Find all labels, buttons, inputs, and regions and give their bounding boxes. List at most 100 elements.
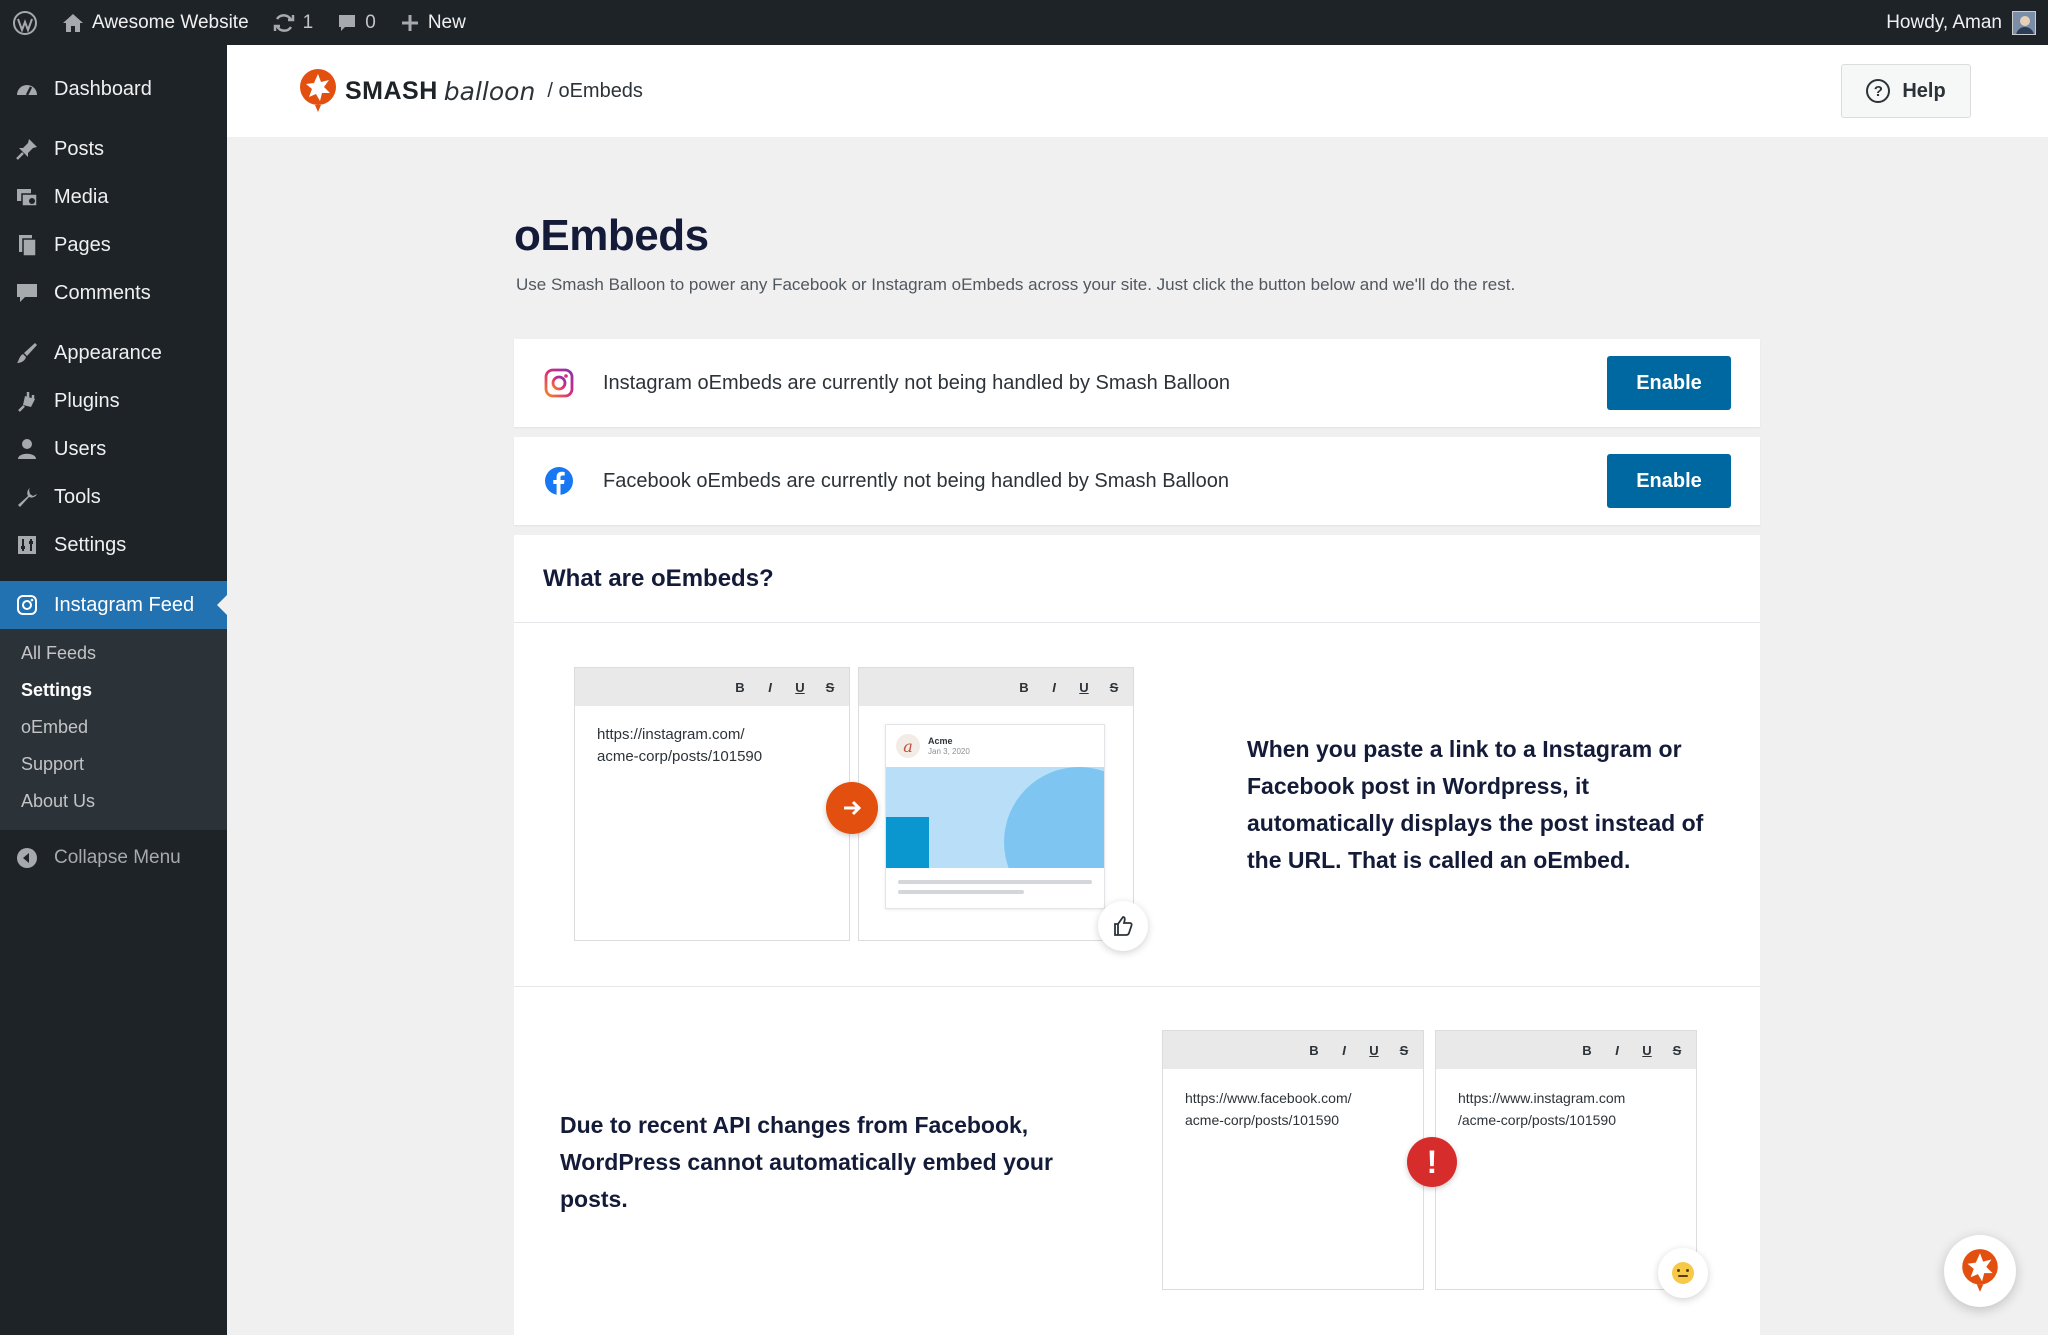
sidebar-item-label: Plugins bbox=[54, 389, 120, 412]
account-menu[interactable]: Howdy, Aman bbox=[1886, 10, 2048, 35]
media-icon bbox=[14, 184, 40, 210]
submenu-all-feeds[interactable]: All Feeds bbox=[0, 635, 227, 672]
post-date: Jan 3, 2020 bbox=[928, 746, 970, 756]
submenu-about-us[interactable]: About Us bbox=[0, 783, 227, 820]
breadcrumb: / oEmbeds bbox=[547, 79, 643, 102]
sidebar-item-users[interactable]: Users bbox=[0, 425, 227, 473]
page-description: Use Smash Balloon to power any Facebook … bbox=[516, 275, 1516, 294]
new-content-link[interactable]: New bbox=[388, 0, 478, 45]
smash-balloon-logo-icon bbox=[300, 69, 336, 112]
enable-instagram-button[interactable]: Enable bbox=[1607, 356, 1731, 410]
submenu-support[interactable]: Support bbox=[0, 746, 227, 783]
wordpress-logo[interactable] bbox=[0, 0, 50, 45]
facebook-notice: Facebook oEmbeds are currently not being… bbox=[514, 437, 1760, 525]
submenu-settings[interactable]: Settings bbox=[0, 672, 227, 709]
plugin-icon bbox=[14, 388, 40, 414]
url-line: https://www.facebook.com/ bbox=[1185, 1090, 1352, 1106]
sidebar-item-settings[interactable]: Settings bbox=[0, 521, 227, 569]
url-line: https://instagram.com/ bbox=[597, 726, 745, 743]
sidebar-item-plugins[interactable]: Plugins bbox=[0, 377, 227, 425]
settings-icon bbox=[14, 532, 40, 558]
underline-icon: U bbox=[1369, 1042, 1379, 1058]
post-author: Acme Jan 3, 2020 bbox=[928, 736, 970, 757]
comment-icon bbox=[14, 280, 40, 306]
sidebar-item-label: Settings bbox=[54, 533, 127, 556]
pasted-url: https://www.instagram.com /acme-corp/pos… bbox=[1436, 1069, 1696, 1149]
sidebar-item-comments[interactable]: Comments bbox=[0, 269, 227, 317]
sidebar-item-pages[interactable]: Pages bbox=[0, 221, 227, 269]
sidebar-item-label: Instagram Feed bbox=[54, 593, 195, 616]
oembed-example: B I U S https://instagram.com/ acme-corp… bbox=[514, 623, 1760, 987]
comments-count: 0 bbox=[365, 11, 376, 33]
italic-icon: I bbox=[1342, 1042, 1346, 1058]
editor-toolbar: B I U S bbox=[1163, 1031, 1423, 1069]
editor-mockup-url: B I U S https://instagram.com/ acme-corp… bbox=[574, 667, 850, 941]
updates-link[interactable]: 1 bbox=[261, 0, 326, 45]
sidebar-item-posts[interactable]: Posts bbox=[0, 125, 227, 173]
sidebar-item-instagram-feed[interactable]: Instagram Feed bbox=[0, 581, 227, 629]
smash-balloon-logo-icon bbox=[1962, 1249, 1998, 1292]
strikethrough-icon: S bbox=[1109, 679, 1119, 695]
plugin-header: SMASH balloon / oEmbeds ? Help bbox=[227, 45, 2048, 137]
url-line: https://www.instagram.com bbox=[1458, 1090, 1626, 1106]
sidebar-item-tools[interactable]: Tools bbox=[0, 473, 227, 521]
site-name-link[interactable]: Awesome Website bbox=[50, 0, 261, 45]
brand-breadcrumb: SMASH balloon / oEmbeds bbox=[299, 68, 643, 114]
pages-icon bbox=[14, 232, 40, 258]
italic-icon: I bbox=[1615, 1042, 1619, 1058]
sidebar-item-label: Media bbox=[54, 185, 109, 208]
editor-toolbar: B I U S bbox=[575, 668, 849, 706]
avatar bbox=[2012, 10, 2036, 35]
smash-balloon-floating-button[interactable] bbox=[1944, 1235, 2016, 1307]
enable-facebook-button[interactable]: Enable bbox=[1607, 454, 1731, 508]
notice-text: Instagram oEmbeds are currently not bein… bbox=[603, 371, 1231, 394]
brand-word-balloon: balloon bbox=[443, 76, 536, 106]
bold-icon: B bbox=[1582, 1042, 1592, 1058]
collapse-menu-label: Collapse Menu bbox=[54, 847, 181, 868]
post-avatar: a bbox=[896, 734, 920, 758]
sidebar-item-label: Posts bbox=[54, 137, 105, 160]
dashboard-icon bbox=[14, 76, 40, 102]
post-caption-line bbox=[898, 890, 1024, 894]
collapse-menu-button[interactable]: Collapse Menu bbox=[0, 834, 227, 882]
home-icon bbox=[62, 13, 84, 33]
comments-link[interactable]: 0 bbox=[325, 0, 388, 45]
sidebar-item-media[interactable]: Media bbox=[0, 173, 227, 221]
api-change-explanation: Due to recent API changes from Facebook,… bbox=[560, 1112, 1053, 1212]
face bbox=[1672, 1262, 1694, 1284]
underline-icon: U bbox=[1079, 679, 1089, 695]
updates-count: 1 bbox=[302, 11, 314, 33]
brush-icon bbox=[14, 340, 40, 366]
plus-icon bbox=[400, 13, 420, 33]
pin-icon bbox=[14, 136, 40, 162]
post-image bbox=[886, 767, 1104, 868]
section-heading: What are oEmbeds? bbox=[514, 535, 1760, 623]
editor-toolbar: B I U S bbox=[859, 668, 1133, 706]
admin-bar: Awesome Website 1 0 New Howdy, Aman bbox=[0, 0, 2048, 45]
instagram-feed-submenu: All Feeds Settings oEmbed Support About … bbox=[0, 629, 227, 830]
page-title: oEmbeds bbox=[514, 211, 709, 260]
sidebar-item-label: Pages bbox=[54, 233, 111, 256]
bold-icon: B bbox=[1309, 1042, 1319, 1058]
embedded-post-card: a Acme Jan 3, 2020 bbox=[885, 724, 1105, 909]
editor-mockup-instagram-url: B I U S https://www.instagram.com /acme-… bbox=[1435, 1030, 1697, 1290]
site-name: Awesome Website bbox=[92, 11, 249, 33]
sidebar-item-label: Dashboard bbox=[54, 77, 152, 100]
sidebar-item-appearance[interactable]: Appearance bbox=[0, 329, 227, 377]
post-author-name: Acme bbox=[928, 735, 953, 746]
post-caption-line bbox=[898, 880, 1092, 884]
thumbs-up-icon bbox=[1098, 901, 1148, 951]
sidebar-item-dashboard[interactable]: Dashboard bbox=[0, 65, 227, 113]
post-header: a Acme Jan 3, 2020 bbox=[886, 725, 1104, 767]
submenu-oembed[interactable]: oEmbed bbox=[0, 709, 227, 746]
wrench-icon bbox=[14, 484, 40, 510]
help-label: Help bbox=[1902, 79, 1946, 102]
facebook-icon bbox=[543, 465, 575, 497]
comment-bubble-icon bbox=[337, 13, 357, 33]
sidebar-item-label: Appearance bbox=[54, 341, 162, 364]
url-line: /acme-corp/posts/101590 bbox=[1458, 1112, 1616, 1128]
help-button[interactable]: ? Help bbox=[1841, 64, 1971, 118]
oembed-explanation: When you paste a link to a Instagram or … bbox=[1247, 736, 1704, 873]
new-label: New bbox=[427, 11, 466, 33]
bold-icon: B bbox=[1019, 679, 1029, 695]
